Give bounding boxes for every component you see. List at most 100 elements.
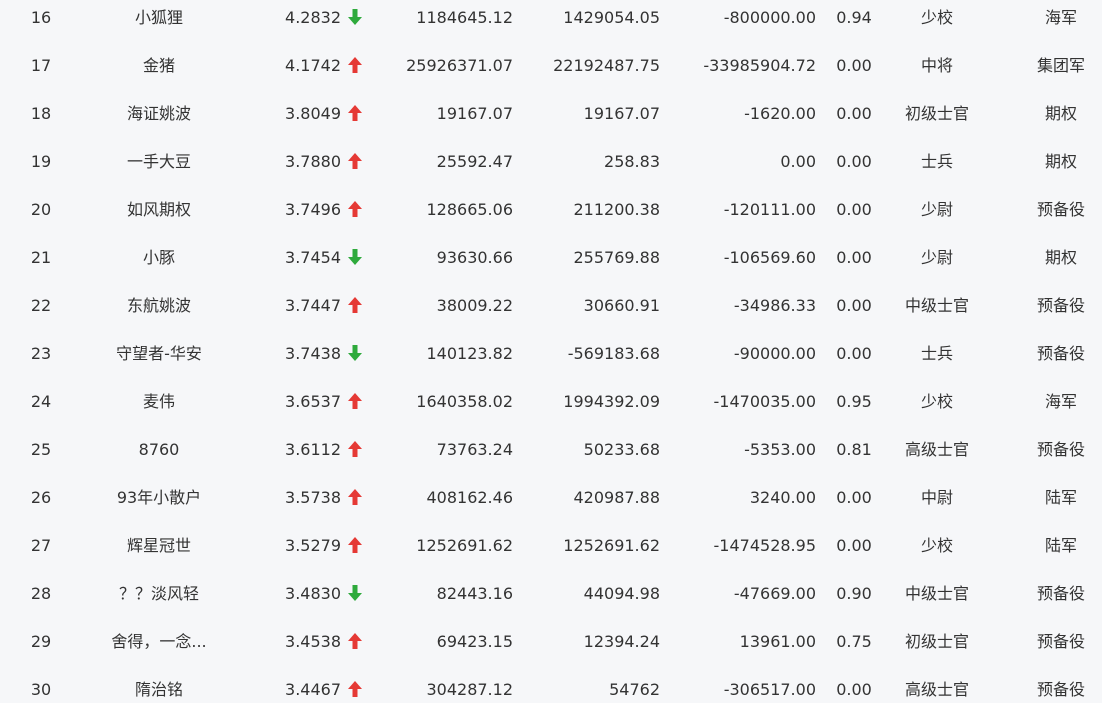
table-row[interactable]: 27 辉星冠世 3.5279 1252691.62 1252691.62 -1474528… (0, 522, 1102, 570)
value3-cell: -1474528.95 (713, 536, 816, 555)
rank-title-cell: 少尉 (920, 200, 953, 219)
value1-cell: 38009.22 (436, 296, 513, 315)
rank-cell: 30 (30, 680, 52, 699)
name-cell: 舍得，一念... (111, 632, 207, 651)
rank-title-cell: 少校 (920, 392, 953, 411)
value3-cell: -1620.00 (744, 104, 816, 123)
rank-cell: 22 (30, 296, 52, 315)
value1-cell: 93630.66 (436, 248, 513, 267)
ranking-table: 16 小狐狸 4.2832 1184645.12 1429054.05 -800000.0… (0, 0, 1102, 703)
table-row[interactable]: 30 隋治铭 3.4467 304287.12 54762 -306517.00 0.00 高… (0, 666, 1102, 703)
arrow-up-icon (348, 618, 370, 666)
rank-cell: 26 (30, 488, 52, 507)
arrow-up-icon (348, 42, 370, 90)
score-cell: 3.7438 (285, 344, 341, 363)
table-row[interactable]: 29 舍得，一念... 3.4538 69423.15 12394.24 13961.00… (0, 618, 1102, 666)
score-cell: 3.5738 (285, 488, 341, 507)
value1-cell: 25926371.07 (406, 56, 513, 75)
arrow-up-icon (348, 474, 370, 522)
score-cell: 3.7880 (285, 152, 341, 171)
score-cell: 3.4538 (285, 632, 341, 651)
rank-title-cell: 少校 (920, 8, 953, 27)
arrow-down-icon (348, 570, 370, 618)
group-cell: 预备役 (1036, 200, 1085, 219)
table-row[interactable]: 16 小狐狸 4.2832 1184645.12 1429054.05 -800000.0… (0, 0, 1102, 42)
score-cell: 4.1742 (285, 56, 341, 75)
group-cell: 期权 (1044, 248, 1077, 267)
rank-title-cell: 中级士官 (904, 584, 969, 603)
arrow-down-icon (348, 0, 370, 42)
ratio-cell: 0.95 (836, 392, 872, 411)
value3-cell: -800000.00 (723, 8, 816, 27)
ratio-cell: 0.00 (836, 200, 872, 219)
rank-title-cell: 高级士官 (904, 440, 969, 459)
arrow-up-icon (348, 378, 370, 426)
table-row[interactable]: 21 小豚 3.7454 93630.66 255769.88 -106569.60 0.0… (0, 234, 1102, 282)
rank-cell: 21 (30, 248, 52, 267)
rank-title-cell: 中级士官 (904, 296, 969, 315)
value3-cell: -5353.00 (744, 440, 816, 459)
group-cell: 期权 (1044, 104, 1077, 123)
value1-cell: 25592.47 (436, 152, 513, 171)
value2-cell: -569183.68 (567, 344, 660, 363)
group-cell: 预备役 (1036, 344, 1085, 363)
arrow-up-icon (348, 426, 370, 474)
value3-cell: -306517.00 (723, 680, 816, 699)
table-row[interactable]: 20 如风期权 3.7496 128665.06 211200.38 -120111.00… (0, 186, 1102, 234)
rank-title-cell: 少尉 (920, 248, 953, 267)
name-cell: 金猪 (142, 56, 175, 75)
rank-cell: 17 (30, 56, 52, 75)
name-cell: 辉星冠世 (126, 536, 191, 555)
ratio-cell: 0.00 (836, 56, 872, 75)
value3-cell: -120111.00 (723, 200, 816, 219)
value1-cell: 73763.24 (436, 440, 513, 459)
group-cell: 陆军 (1044, 488, 1077, 507)
rank-cell: 18 (30, 104, 52, 123)
score-cell: 4.2832 (285, 8, 341, 27)
table-row[interactable]: 23 守望者-华安 3.7438 140123.82 -569183.68 -90000.… (0, 330, 1102, 378)
score-cell: 3.6112 (285, 440, 341, 459)
value3-cell: -90000.00 (733, 344, 816, 363)
table-row[interactable]: 18 海证姚波 3.8049 19167.07 19167.07 -1620.00 0.00… (0, 90, 1102, 138)
score-cell: 3.4467 (285, 680, 341, 699)
ratio-cell: 0.81 (836, 440, 872, 459)
name-cell: 一手大豆 (126, 152, 191, 171)
rank-cell: 24 (30, 392, 52, 411)
name-cell: 8760 (138, 440, 180, 459)
ratio-cell: 0.00 (836, 680, 872, 699)
group-cell: 预备役 (1036, 584, 1085, 603)
ratio-cell: 0.00 (836, 296, 872, 315)
arrow-up-icon (348, 282, 370, 330)
table-row[interactable]: 28 ？？淡风轻 3.4830 82443.16 44094.98 -47669.00 0.… (0, 570, 1102, 618)
score-cell: 3.6537 (285, 392, 341, 411)
table-row[interactable]: 24 麦伟 3.6537 1640358.02 1994392.09 -1470035.0… (0, 378, 1102, 426)
value2-cell: 258.83 (604, 152, 660, 171)
ratio-cell: 0.94 (836, 8, 872, 27)
table-row[interactable]: 17 金猪 4.1742 25926371.07 22192487.75 -3398590… (0, 42, 1102, 90)
value1-cell: 140123.82 (426, 344, 513, 363)
value1-cell: 19167.07 (436, 104, 513, 123)
value3-cell: -33985904.72 (703, 56, 816, 75)
arrow-up-icon (348, 186, 370, 234)
arrow-up-icon (348, 138, 370, 186)
rank-title-cell: 初级士官 (904, 104, 969, 123)
value3-cell: -47669.00 (733, 584, 816, 603)
score-cell: 3.8049 (285, 104, 341, 123)
value2-cell: 1429054.05 (563, 8, 660, 27)
value3-cell: 3240.00 (749, 488, 816, 507)
group-cell: 期权 (1044, 152, 1077, 171)
table-row[interactable]: 22 东航姚波 3.7447 38009.22 30660.91 -34986.33 0.0… (0, 282, 1102, 330)
ratio-cell: 0.00 (836, 344, 872, 363)
score-cell: 3.5279 (285, 536, 341, 555)
name-cell: 麦伟 (142, 392, 175, 411)
table-row[interactable]: 26 93年小散户 3.5738 408162.46 420987.88 3240.00 0… (0, 474, 1102, 522)
arrow-up-icon (348, 666, 370, 703)
value2-cell: 19167.07 (583, 104, 660, 123)
rank-title-cell: 中尉 (920, 488, 953, 507)
value3-cell: 13961.00 (739, 632, 816, 651)
ratio-cell: 0.00 (836, 104, 872, 123)
rank-cell: 27 (30, 536, 52, 555)
table-row[interactable]: 25 8760 3.6112 73763.24 50233.68 -5353.00 0.81… (0, 426, 1102, 474)
table-row[interactable]: 19 一手大豆 3.7880 25592.47 258.83 0.00 0.00 士兵 期权 (0, 138, 1102, 186)
name-cell: ？？淡风轻 (118, 584, 199, 603)
